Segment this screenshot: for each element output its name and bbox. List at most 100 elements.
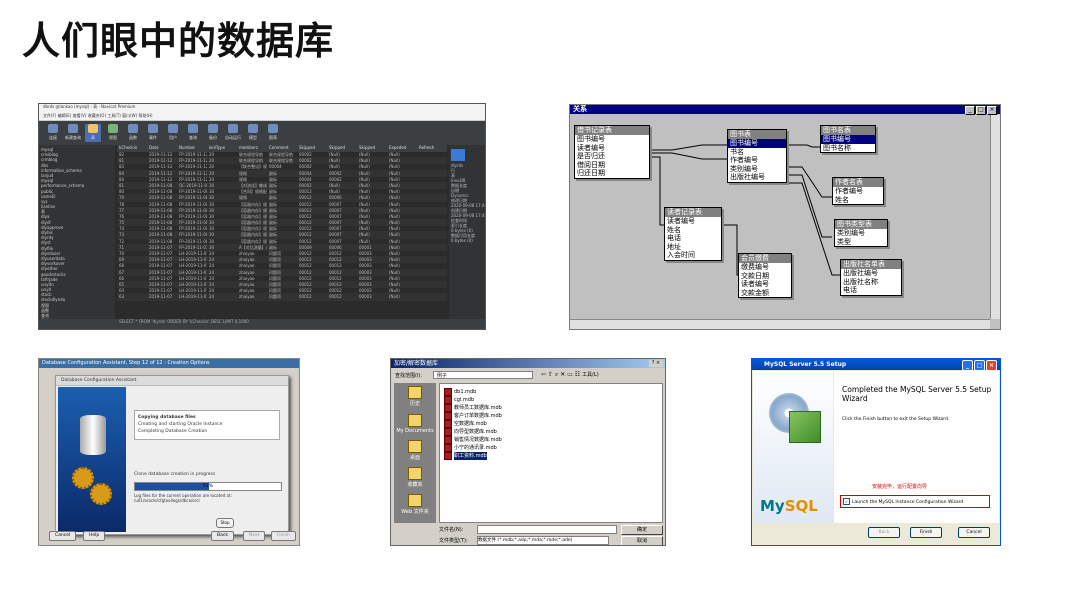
table-cell[interactable]: 【联合整洁】规格类型 [237,164,267,169]
table-cell[interactable] [417,195,447,200]
column-header[interactable]: Skipped [327,145,357,152]
table-cell[interactable]: (Null) [357,158,387,163]
table-cell[interactable] [417,214,447,219]
entity-field[interactable]: 图书编号 [575,135,649,144]
table-cell[interactable]: LH-2019-11-07-021 [177,282,207,287]
table-cell[interactable]: 00012 [297,251,327,256]
table-cell[interactable]: (Null) [387,282,417,287]
table-cell[interactable]: 00007 [327,208,357,213]
table-cell[interactable]: 副标 [267,220,297,225]
entity-field[interactable]: 缴费编号 [739,263,791,272]
table-cell[interactable]: 00012 [297,232,327,237]
entity-field[interactable]: 出版社编号 [728,173,786,182]
entity-field[interactable]: 读者编号 [739,280,791,289]
toolbar-button[interactable]: 视图 [105,124,121,142]
table-cell[interactable]: (Null) [357,220,387,225]
column-header[interactable]: Skipped [297,145,327,152]
table-cell[interactable]: FP-2019-11-08-007 [177,189,207,194]
entity-field[interactable]: 电话 [841,286,901,295]
table-cell[interactable]: 76 [117,214,147,219]
table-cell[interactable]: 问题项 [267,263,297,268]
cancel-button[interactable]: Cancel [49,531,77,541]
back-icon[interactable]: ⇦ [541,371,546,378]
entity-field[interactable]: 地址 [665,243,721,252]
entity-field[interactable]: 读者编号 [665,217,721,226]
table-cell[interactable] [417,171,447,176]
table-cell[interactable] [417,152,447,157]
table-cell[interactable] [417,189,447,194]
place-item[interactable]: 收藏夹 [394,464,436,491]
table-cell[interactable]: (Null) [357,164,387,169]
checkbox-checked-icon[interactable]: ✓ [843,498,850,505]
table-cell[interactable]: 副标 [267,245,297,250]
table-cell[interactable] [417,270,447,275]
table-cell[interactable]: 副标 [267,195,297,200]
table-cell[interactable]: 2019-11-07 [147,294,177,299]
entity-field[interactable]: 电话 [665,234,721,243]
filename-input[interactable] [477,525,617,534]
table-cell[interactable]: QC-2019-11-08-001 [177,183,207,188]
table-cell[interactable]: 30 [207,214,237,219]
table-cell[interactable]: 82 [117,152,147,157]
table-cell[interactable]: A【对比测量】对照组目 (21 [237,245,267,250]
table-cell[interactable]: 问题项 [267,282,297,287]
place-item[interactable]: My Documents [394,410,436,437]
table-cell[interactable]: 2019-11-12 [147,152,177,157]
table-cell[interactable] [417,257,447,262]
file-item[interactable]: cgl.mdb [444,396,658,404]
table-cell[interactable]: 联合规程导航 [267,152,297,157]
table-cell[interactable]: 副标 [267,239,297,244]
table-cell[interactable]: 规格 [237,177,267,182]
toolbar-button[interactable]: 备份 [205,124,221,142]
column-header[interactable]: kCheckin [117,145,147,152]
entity-field[interactable]: 读者编号 [575,144,649,153]
new-folder-icon[interactable]: ▭ [567,371,573,378]
table-cell[interactable]: 联合规程导航 [237,152,267,157]
search-icon[interactable]: ⌕ [555,371,558,378]
table-cell[interactable]: 问题项 [267,270,297,275]
table-cell[interactable]: 24 [207,257,237,262]
table-cell[interactable]: 00003 [357,294,387,299]
table-cell[interactable] [417,183,447,188]
table-cell[interactable]: 30 [207,220,237,225]
table-cell[interactable] [417,282,447,287]
table-cell[interactable]: 2019-11-08 [147,214,177,219]
table-cell[interactable]: 2019-11-07 [147,282,177,287]
table-cell[interactable] [417,158,447,163]
place-item[interactable]: Web 文件夹 [394,491,436,518]
table-cell[interactable] [417,239,447,244]
place-item[interactable]: 历史 [394,383,436,410]
entity-field[interactable]: 出版社名称 [841,278,901,287]
table-row[interactable]: 632019-11-07LH-2019-11-07-01924zhaiyao问题… [117,294,447,301]
table-cell[interactable]: FP-2019-11-12-006 [177,158,207,163]
cancel-button[interactable]: Cancel [958,527,990,538]
table-cell[interactable] [417,288,447,293]
table-cell[interactable]: 24 [207,294,237,299]
cancel-button[interactable]: 取消 [621,536,663,545]
table-cell[interactable]: 00012 [297,294,327,299]
table-cell[interactable] [417,177,447,182]
table-cell[interactable]: 00007 [327,232,357,237]
entity-field[interactable]: 图书编号 [728,139,786,148]
table-cell[interactable]: 00003 [357,263,387,268]
table-cell[interactable]: (Null) [387,232,417,237]
horizontal-scrollbar[interactable] [570,319,990,329]
filetype-select[interactable]: 数据文件 (*.mdb;*.adp;*.mda;*.mde;*.ade) [477,536,609,545]
table-cell[interactable]: 副标 [267,202,297,207]
entity-field[interactable]: 图书编号 [821,135,875,144]
table-cell[interactable]: 24 [207,282,237,287]
views-icon[interactable]: ☷ [575,371,580,378]
table-cell[interactable]: 00002 [297,152,327,157]
table-cell[interactable]: 00012 [327,294,357,299]
back-button[interactable]: Back [211,531,234,541]
help-close-icon[interactable]: ? × [649,360,663,367]
table-cell[interactable]: 00001 [357,245,387,250]
table-cell[interactable] [417,251,447,256]
table-cell[interactable]: zhaiyao [237,251,267,256]
table-cell[interactable]: 00012 [297,288,327,293]
table-cell[interactable]: 80 [117,189,147,194]
table-cell[interactable]: (Null) [387,171,417,176]
table-cell[interactable]: 【容器内存】规格配置 [237,226,267,231]
column-header[interactable]: Date [147,145,177,152]
table-cell[interactable]: 20 [207,152,237,157]
